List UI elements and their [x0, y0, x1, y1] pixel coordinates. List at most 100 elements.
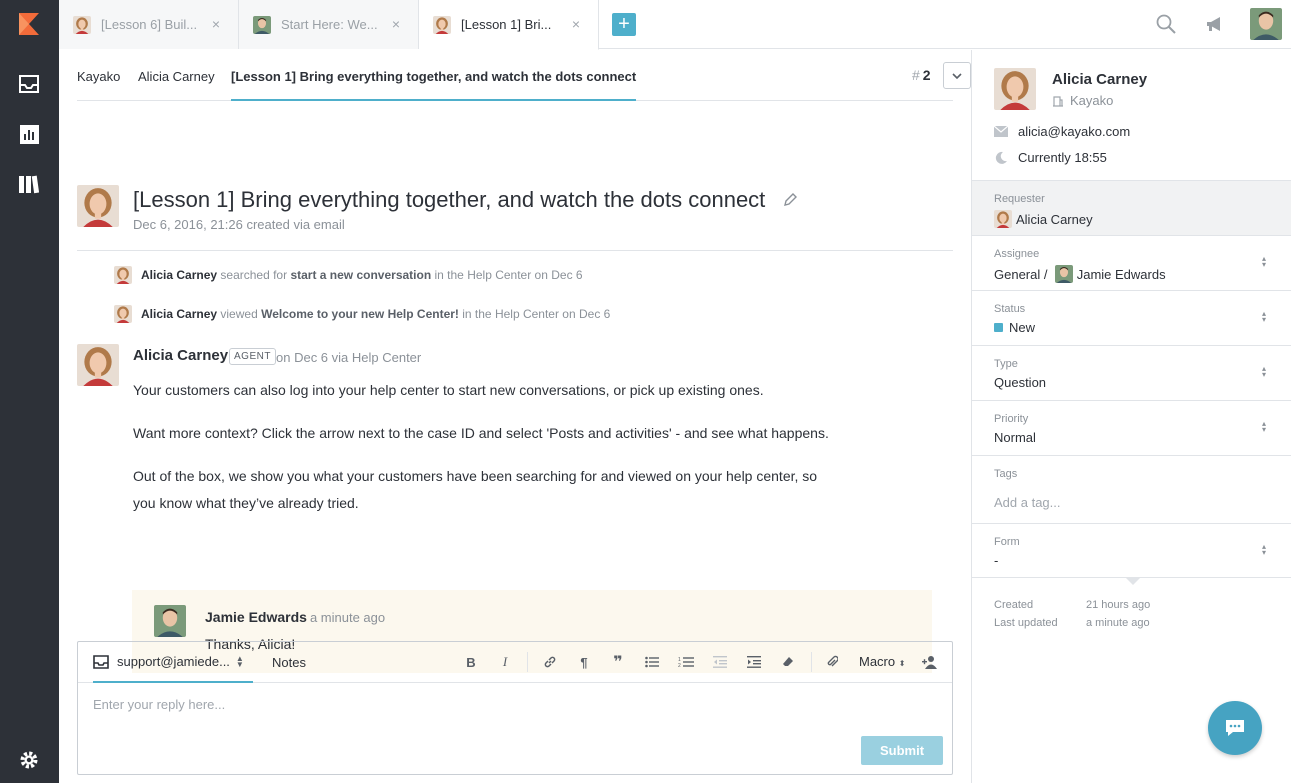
case-header: [Lesson 1] Bring everything together, an… [77, 185, 953, 251]
activity-object: Welcome to your new Help Center! [261, 307, 459, 321]
attachment-icon[interactable] [823, 653, 841, 671]
type-value: Question [994, 375, 1047, 390]
case-options-dropdown[interactable] [943, 62, 971, 89]
moon-icon [994, 151, 1010, 165]
macro-select[interactable]: Macro ⬍ [859, 654, 905, 669]
updown-icon: ⬍ [898, 659, 906, 668]
bold-icon[interactable]: B [462, 653, 480, 671]
case-id-value: 2 [922, 67, 931, 83]
tags-input[interactable]: Add a tag... [994, 495, 1061, 510]
clear-format-icon[interactable] [779, 653, 797, 671]
avatar [994, 210, 1012, 228]
updown-icon: ▴ ▾ [1262, 542, 1267, 557]
avatar [253, 16, 271, 34]
avatar [77, 185, 119, 227]
breadcrumb-case[interactable]: [Lesson 1] Bring everything together, an… [231, 69, 637, 101]
quoted-reply-author: Jamie Edwards a minute ago [205, 609, 385, 625]
field-label: Tags [994, 468, 1018, 480]
tags-field: Tags Add a tag... [972, 455, 1291, 523]
requester-value: Alicia Carney [994, 210, 1093, 228]
case-sidebar: Alicia Carney Kayako alicia@kayako.com C… [971, 50, 1291, 783]
case-tab-lesson-6[interactable]: [Lesson 6] Buil... × [59, 0, 239, 49]
breadcrumb-user[interactable]: Alicia Carney [138, 69, 215, 84]
reports-icon[interactable] [18, 123, 40, 145]
case-tab-start-here[interactable]: Start Here: We... × [239, 0, 419, 49]
megaphone-icon[interactable] [1205, 14, 1225, 37]
case-tab-lesson-1[interactable]: [Lesson 1] Bri... × [419, 0, 599, 50]
add-tab-button[interactable]: + [612, 13, 636, 36]
settings-gear-icon[interactable] [18, 749, 40, 771]
user-avatar[interactable] [1250, 8, 1282, 40]
field-label: Assignee [994, 248, 1040, 260]
requester-field[interactable]: Requester Alicia Carney [972, 180, 1291, 235]
close-icon[interactable]: × [212, 16, 220, 32]
profile-org[interactable]: Kayako [1052, 93, 1113, 108]
post-paragraph: Out of the box, we show you what your cu… [133, 468, 818, 511]
knowledge-base-icon[interactable] [18, 173, 40, 195]
assignee-team: General / [994, 266, 1048, 282]
close-icon[interactable]: × [392, 16, 400, 32]
profile-name[interactable]: Alicia Carney [1052, 71, 1147, 88]
avatar [433, 16, 451, 34]
case-id-hash: # [912, 67, 920, 83]
created-value: 21 hours ago [1086, 599, 1151, 611]
requester-profile: Alicia Carney Kayako alicia@kayako.com C… [972, 50, 1291, 180]
link-icon[interactable] [541, 653, 559, 671]
close-icon[interactable]: × [572, 16, 580, 32]
status-label: New [1009, 320, 1036, 335]
left-nav [0, 0, 59, 783]
post-meta: on Dec 6 via Help Center [276, 350, 422, 365]
quoted-reply-time: a minute ago [309, 610, 386, 625]
toolbar-divider [527, 652, 528, 672]
breadcrumb-org[interactable]: Kayako [77, 69, 120, 84]
priority-value: Normal [994, 430, 1036, 445]
italic-icon[interactable]: I [496, 653, 514, 671]
add-participant-icon[interactable] [921, 653, 939, 671]
blockquote-icon[interactable]: ❞ [609, 653, 627, 671]
quoted-author-name: Jamie Edwards [205, 609, 307, 625]
outdent-icon[interactable] [711, 653, 729, 671]
inbox-icon[interactable] [18, 73, 40, 95]
avatar [114, 305, 132, 323]
updated-value: a minute ago [1086, 617, 1150, 629]
field-label: Form [994, 536, 1020, 548]
updated-label: Last updated [994, 617, 1058, 629]
activity-object: start a new conversation [290, 268, 432, 282]
reply-channel-select[interactable]: support@jamiede... ▲ ▼ [93, 642, 253, 683]
search-icon[interactable] [1156, 14, 1176, 37]
type-field[interactable]: Type Question ▴ ▾ [972, 345, 1291, 400]
reply-input[interactable]: Enter your reply here... [93, 697, 225, 712]
post-author[interactable]: Alicia Carney [133, 347, 228, 364]
tab-label: [Lesson 6] Buil... [101, 17, 198, 32]
avatar [154, 605, 186, 637]
tab-notes[interactable]: Notes [272, 655, 306, 670]
activity-item: Alicia Carney viewed Welcome to your new… [114, 305, 610, 323]
chat-bubble-icon [1226, 720, 1244, 736]
submit-button[interactable]: Submit [861, 736, 943, 765]
form-field[interactable]: Form - ▴ ▾ [972, 523, 1291, 578]
activity-verb: viewed [220, 307, 258, 321]
svg-text:2: 2 [678, 663, 681, 668]
updown-icon: ▴ ▾ [1262, 254, 1267, 269]
assignee-value: General / Jamie Edwards [994, 265, 1166, 283]
toolbar-divider [811, 652, 812, 672]
numbered-list-icon[interactable]: 12 [677, 653, 695, 671]
updown-icon: ▴ ▾ [1262, 309, 1267, 324]
tab-label: [Lesson 1] Bri... [461, 17, 552, 32]
bulleted-list-icon[interactable] [643, 653, 661, 671]
kayako-logo[interactable] [17, 11, 41, 37]
status-field[interactable]: Status New ▴ ▾ [972, 290, 1291, 345]
edit-pencil-icon[interactable] [783, 193, 797, 210]
status-color-dot [994, 323, 1003, 332]
field-label: Priority [994, 413, 1029, 425]
indent-icon[interactable] [745, 653, 763, 671]
messenger-chat-button[interactable] [1208, 701, 1262, 755]
avatar [114, 266, 132, 284]
field-label: Status [994, 303, 1026, 315]
paragraph-icon[interactable]: ¶ [575, 653, 593, 671]
field-label: Type [994, 358, 1018, 370]
profile-local-time: Currently 18:55 [994, 150, 1107, 165]
priority-field[interactable]: Priority Normal ▴ ▾ [972, 400, 1291, 455]
editor-toolbar: support@jamiede... ▲▼ Notes B I ¶ ❞ 12 [78, 642, 952, 683]
assignee-field[interactable]: Assignee General / Jamie Edwards ▴ ▾ [972, 235, 1291, 290]
